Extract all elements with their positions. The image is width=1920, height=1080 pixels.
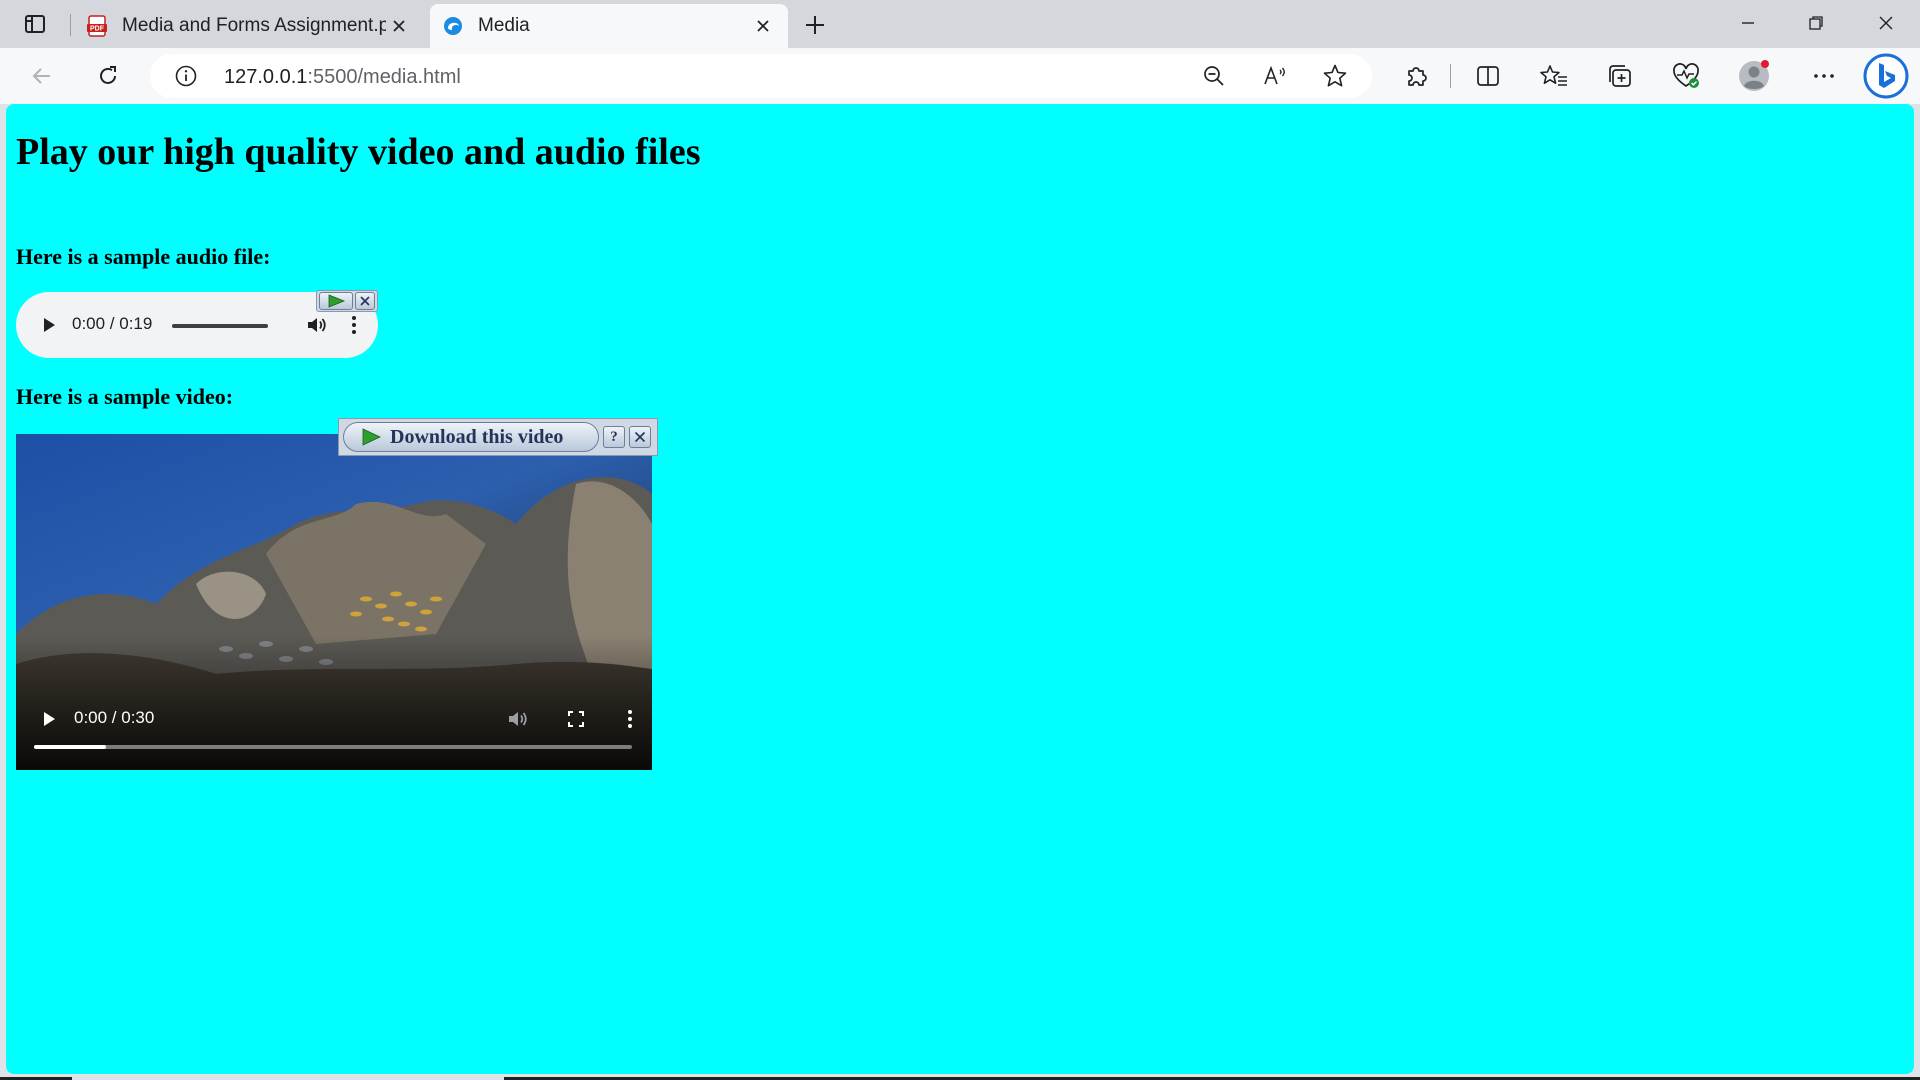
help-label: ?	[610, 428, 618, 445]
url-text[interactable]: 127.0.0.1:5500/media.html	[224, 66, 461, 89]
video-play-button[interactable]	[36, 706, 62, 732]
video-more-button[interactable]	[620, 706, 640, 732]
collections-button[interactable]	[1602, 58, 1638, 94]
browser-toolbar: 127.0.0.1:5500/media.html	[0, 48, 1920, 104]
close-window-button[interactable]	[1862, 6, 1910, 40]
volume-icon	[308, 318, 326, 332]
video-seek-bar[interactable]	[34, 745, 632, 749]
back-button[interactable]	[24, 58, 60, 94]
favorites-button[interactable]	[1536, 58, 1572, 94]
fullscreen-icon	[568, 711, 584, 727]
video-download-popup: Download this video ?	[338, 418, 658, 456]
minimize-button[interactable]	[1724, 6, 1772, 40]
audio-volume-button[interactable]	[304, 312, 330, 338]
read-aloud-icon[interactable]	[1262, 64, 1288, 88]
close-tab-icon[interactable]	[386, 13, 412, 39]
copilot-button[interactable]	[1862, 52, 1910, 100]
url-host: 127.0.0.1	[224, 66, 308, 88]
video-volume-button[interactable]	[504, 706, 532, 732]
volume-muted-icon	[509, 712, 527, 726]
tab-title: Media	[478, 15, 530, 36]
tab-strip: PDF Media and Forms Assignment.pd Media	[0, 0, 1920, 48]
info-icon[interactable]	[174, 64, 198, 88]
minimize-icon	[1742, 22, 1754, 24]
new-tab-button[interactable]	[800, 10, 830, 40]
audio-more-button[interactable]	[344, 312, 364, 338]
audio-play-button[interactable]	[36, 312, 62, 338]
audio-section-label: Here is a sample audio file:	[16, 244, 271, 269]
close-icon	[360, 296, 370, 306]
settings-more-button[interactable]	[1806, 58, 1842, 94]
tab-title: Media and Forms Assignment.pd	[122, 15, 386, 36]
close-tab-icon[interactable]	[750, 13, 776, 39]
close-icon	[634, 431, 646, 443]
bing-copilot-icon	[1863, 53, 1909, 99]
refresh-icon	[100, 66, 116, 84]
tab-actions-button[interactable]	[12, 8, 58, 40]
play-icon	[44, 712, 55, 726]
tab-media[interactable]: Media	[430, 4, 788, 48]
play-icon	[44, 318, 55, 332]
more-vertical-icon	[628, 710, 632, 728]
tab-actions-icon	[25, 15, 45, 33]
zoom-out-icon[interactable]	[1202, 64, 1226, 88]
audio-download-button[interactable]	[319, 292, 353, 310]
edge-icon	[444, 17, 462, 35]
refresh-button[interactable]	[90, 58, 126, 94]
page-viewport: Play our high quality video and audio fi…	[6, 104, 1914, 1074]
video-time: 0:00 / 0:30	[74, 708, 155, 727]
toolbar-divider	[1450, 64, 1451, 88]
page-title: Play our high quality video and audio fi…	[16, 131, 701, 173]
back-icon	[32, 68, 50, 84]
browser-essentials-button[interactable]	[1668, 58, 1704, 94]
extensions-button[interactable]	[1398, 58, 1434, 94]
extensions-icon	[1408, 67, 1427, 86]
video-section-label: Here is a sample video:	[16, 384, 234, 409]
plus-icon	[806, 16, 824, 34]
svg-text:PDF: PDF	[90, 26, 105, 33]
audio-time: 0:00 / 0:19	[72, 314, 153, 333]
profile-button[interactable]	[1736, 58, 1772, 94]
download-play-icon	[362, 428, 381, 446]
video-player[interactable]: 0:00 / 0:30	[16, 434, 652, 770]
more-vertical-icon	[352, 316, 356, 334]
split-screen-button[interactable]	[1470, 58, 1506, 94]
download-video-button[interactable]: Download this video	[343, 422, 599, 452]
profile-icon	[1739, 60, 1769, 91]
tab-pdf-document[interactable]: PDF Media and Forms Assignment.pd	[74, 4, 424, 48]
restore-icon	[1809, 16, 1823, 30]
restore-button[interactable]	[1792, 6, 1840, 40]
tab-divider	[70, 14, 71, 36]
download-video-label: Download this video	[390, 425, 564, 448]
split-screen-icon	[1477, 66, 1499, 86]
close-icon	[1879, 16, 1893, 30]
video-fullscreen-button[interactable]	[562, 706, 590, 732]
video-download-close-button[interactable]	[629, 426, 651, 448]
pdf-icon: PDF	[87, 15, 107, 37]
browser-essentials-icon	[1673, 63, 1699, 88]
audio-download-popup	[316, 290, 378, 312]
collections-icon	[1609, 65, 1631, 87]
audio-seek-bar[interactable]	[172, 324, 268, 328]
audio-download-close-button[interactable]	[355, 292, 375, 310]
favorite-star-icon[interactable]	[1322, 63, 1348, 89]
address-bar[interactable]: 127.0.0.1:5500/media.html	[150, 54, 1372, 98]
help-button[interactable]: ?	[603, 426, 625, 448]
download-play-icon	[328, 294, 346, 308]
url-path: :5500/media.html	[307, 66, 461, 88]
video-progress-fill	[34, 745, 106, 749]
favorites-icon	[1540, 65, 1567, 86]
more-icon	[1814, 74, 1834, 78]
